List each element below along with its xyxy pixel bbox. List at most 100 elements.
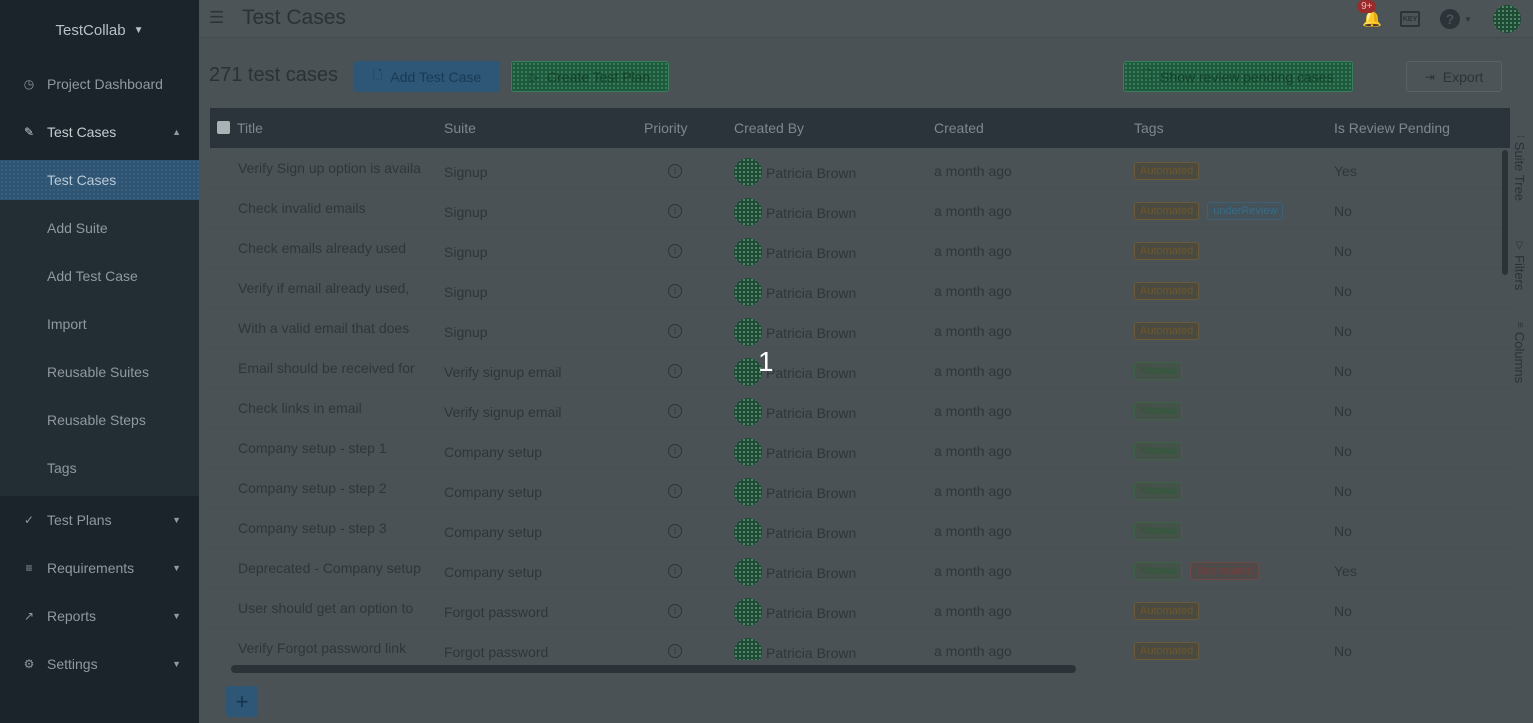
create-test-plan-button[interactable]: ▷ Create Test Plan: [511, 61, 669, 92]
sidebar-item-settings[interactable]: ⚙ Settings ▼: [0, 640, 199, 688]
column-created[interactable]: Created: [934, 120, 984, 136]
user-avatar[interactable]: [1493, 5, 1521, 33]
review-pending-value: Yes: [1334, 163, 1357, 179]
add-test-case-button[interactable]: 🗋 Add Test Case: [354, 61, 500, 92]
project-switcher[interactable]: TestCollab ▼: [0, 0, 199, 60]
table-row[interactable]: Verify Forgot password link Forgot passwo…: [210, 628, 1510, 660]
table-row[interactable]: Company setup - step 2 Company setup i Patr…: [210, 468, 1510, 508]
export-button[interactable]: ⇥ Export: [1406, 61, 1502, 92]
tags-cell: Automated: [1134, 602, 1200, 620]
review-pending-value: No: [1334, 443, 1352, 459]
chevron-down-icon: ▼: [172, 563, 181, 573]
sidebar-item-label: Reports: [47, 608, 97, 624]
tag-badge[interactable]: Manual: [1134, 562, 1183, 580]
suite-name: Company setup: [444, 444, 543, 460]
table-row[interactable]: User should get an option to Forgot passw…: [210, 588, 1510, 628]
help-icon[interactable]: ?: [1440, 9, 1461, 29]
vertical-scrollbar[interactable]: [1502, 150, 1508, 275]
columns-tab[interactable]: ≡ Columns: [1512, 322, 1527, 383]
test-case-title[interactable]: With a valid email that does: [238, 320, 421, 336]
select-all-checkbox[interactable]: [217, 121, 230, 134]
horizontal-scrollbar[interactable]: [231, 665, 1076, 673]
test-case-title[interactable]: Verify Sign up option is available: [238, 160, 421, 176]
test-case-title[interactable]: Deprecated - Company setup: [238, 560, 421, 576]
tags-cell: Manual: [1134, 442, 1183, 460]
sidebar-subitem-reusable-suites[interactable]: Reusable Suites: [0, 348, 199, 396]
table-row[interactable]: Verify Sign up option is available Signup…: [210, 148, 1510, 188]
column-title[interactable]: Title: [237, 120, 263, 136]
tag-badge[interactable]: Automated: [1134, 202, 1200, 220]
test-case-title[interactable]: Company setup - step 3: [238, 520, 421, 536]
tag-badge[interactable]: Automated: [1134, 242, 1200, 260]
test-case-title[interactable]: Check invalid emails: [238, 200, 421, 216]
test-case-title[interactable]: Email should be received for: [238, 360, 421, 376]
caret-down-icon[interactable]: ▼: [1464, 15, 1472, 24]
test-case-title[interactable]: User should get an option to: [238, 600, 421, 616]
review-pending-value: No: [1334, 363, 1352, 379]
tag-badge[interactable]: Manual: [1134, 402, 1183, 420]
table-row[interactable]: With a valid email that does Signup i Patri…: [210, 308, 1510, 348]
tag-badge[interactable]: underReview: [1207, 202, 1284, 220]
sidebar-subitem-reusable-steps[interactable]: Reusable Steps: [0, 396, 199, 444]
table-row[interactable]: Deprecated - Company setup Company setup i…: [210, 548, 1510, 588]
filters-tab[interactable]: ▽ Filters: [1512, 240, 1527, 290]
chevron-up-icon: ▲: [172, 127, 181, 137]
created-by-name: Patricia Brown: [766, 525, 857, 541]
sidebar-item-requirements[interactable]: ≡ Requirements ▼: [0, 544, 199, 592]
test-case-title[interactable]: Check emails already used: [238, 240, 421, 256]
show-review-pending-button[interactable]: 🗋 Show review pending cases: [1123, 61, 1353, 92]
test-case-title[interactable]: Company setup - step 2: [238, 480, 421, 496]
table-row[interactable]: Check links in email Verify signup email i…: [210, 388, 1510, 428]
test-case-title[interactable]: Company setup - step 1: [238, 440, 421, 456]
sidebar-item-label: Settings: [47, 656, 98, 672]
review-pending-value: No: [1334, 203, 1352, 219]
table-row[interactable]: Check invalid emails Signup i Patricia Brow…: [210, 188, 1510, 228]
created-by-name: Patricia Brown: [766, 205, 857, 221]
filter-icon: ▽: [1514, 240, 1525, 251]
tag-badge[interactable]: Automated: [1134, 602, 1200, 620]
tags-cell: Manual: [1134, 362, 1183, 380]
table-row[interactable]: Email should be received for Verify signu…: [210, 348, 1510, 388]
column-created-by[interactable]: Created By: [734, 120, 804, 136]
table-row[interactable]: Company setup - step 1 Company setup i Patr…: [210, 428, 1510, 468]
column-priority[interactable]: Priority: [644, 120, 688, 136]
menu-toggle-icon[interactable]: ☰: [209, 8, 224, 28]
test-case-title[interactable]: Verify Forgot password link: [238, 640, 421, 656]
tag-badge[interactable]: Manual: [1134, 482, 1183, 500]
created-date: a month ago: [934, 603, 1012, 619]
sidebar-subitem-add-suite[interactable]: Add Suite: [0, 204, 199, 252]
sidebar-item-test-cases[interactable]: ✎ Test Cases ▲: [0, 108, 199, 156]
tag-badge[interactable]: Deprecated: [1190, 562, 1259, 580]
column-is-review-pending[interactable]: Is Review Pending: [1334, 120, 1450, 136]
table-row[interactable]: Verify if email already used, Signup i Pat…: [210, 268, 1510, 308]
suite-name: Verify signup email: [444, 404, 562, 420]
column-tags[interactable]: Tags: [1134, 120, 1164, 136]
test-case-count: 271 test cases: [209, 64, 338, 86]
avatar: [734, 438, 762, 466]
suite-tree-tab[interactable]: ⁞ Suite Tree: [1512, 135, 1527, 201]
floating-add-button[interactable]: +: [226, 686, 258, 717]
sidebar-subitem-import[interactable]: Import: [0, 300, 199, 348]
tag-badge[interactable]: Automated: [1134, 322, 1200, 340]
export-icon: ⇥: [1424, 69, 1435, 84]
tag-badge[interactable]: Automated: [1134, 642, 1200, 660]
column-suite[interactable]: Suite: [444, 120, 476, 136]
keyboard-icon[interactable]: KEY: [1400, 11, 1421, 27]
table-row[interactable]: Company setup - step 3 Company setup i Patr…: [210, 508, 1510, 548]
table-row[interactable]: Check emails already used Signup i Patricia…: [210, 228, 1510, 268]
tag-badge[interactable]: Manual: [1134, 442, 1183, 460]
tag-badge[interactable]: Automated: [1134, 282, 1200, 300]
notifications-button[interactable]: 🔔 9+: [1357, 0, 1382, 29]
sidebar-subitem-tags[interactable]: Tags: [0, 444, 199, 492]
suite-name: Forgot password: [444, 644, 549, 660]
sidebar-subitem-test-cases[interactable]: Test Cases: [0, 160, 199, 200]
sidebar-item-reports[interactable]: ↗ Reports ▼: [0, 592, 199, 640]
tag-badge[interactable]: Manual: [1134, 362, 1183, 380]
test-case-title[interactable]: Check links in email: [238, 400, 421, 416]
tag-badge[interactable]: Manual: [1134, 522, 1183, 540]
sidebar-item-project-dashboard[interactable]: ◷ Project Dashboard: [0, 60, 199, 108]
test-case-title[interactable]: Verify if email already used,: [238, 280, 421, 296]
sidebar-subitem-add-test-case[interactable]: Add Test Case: [0, 252, 199, 300]
sidebar-item-test-plans[interactable]: ✓ Test Plans ▼: [0, 496, 199, 544]
tag-badge[interactable]: Automated: [1134, 162, 1200, 180]
